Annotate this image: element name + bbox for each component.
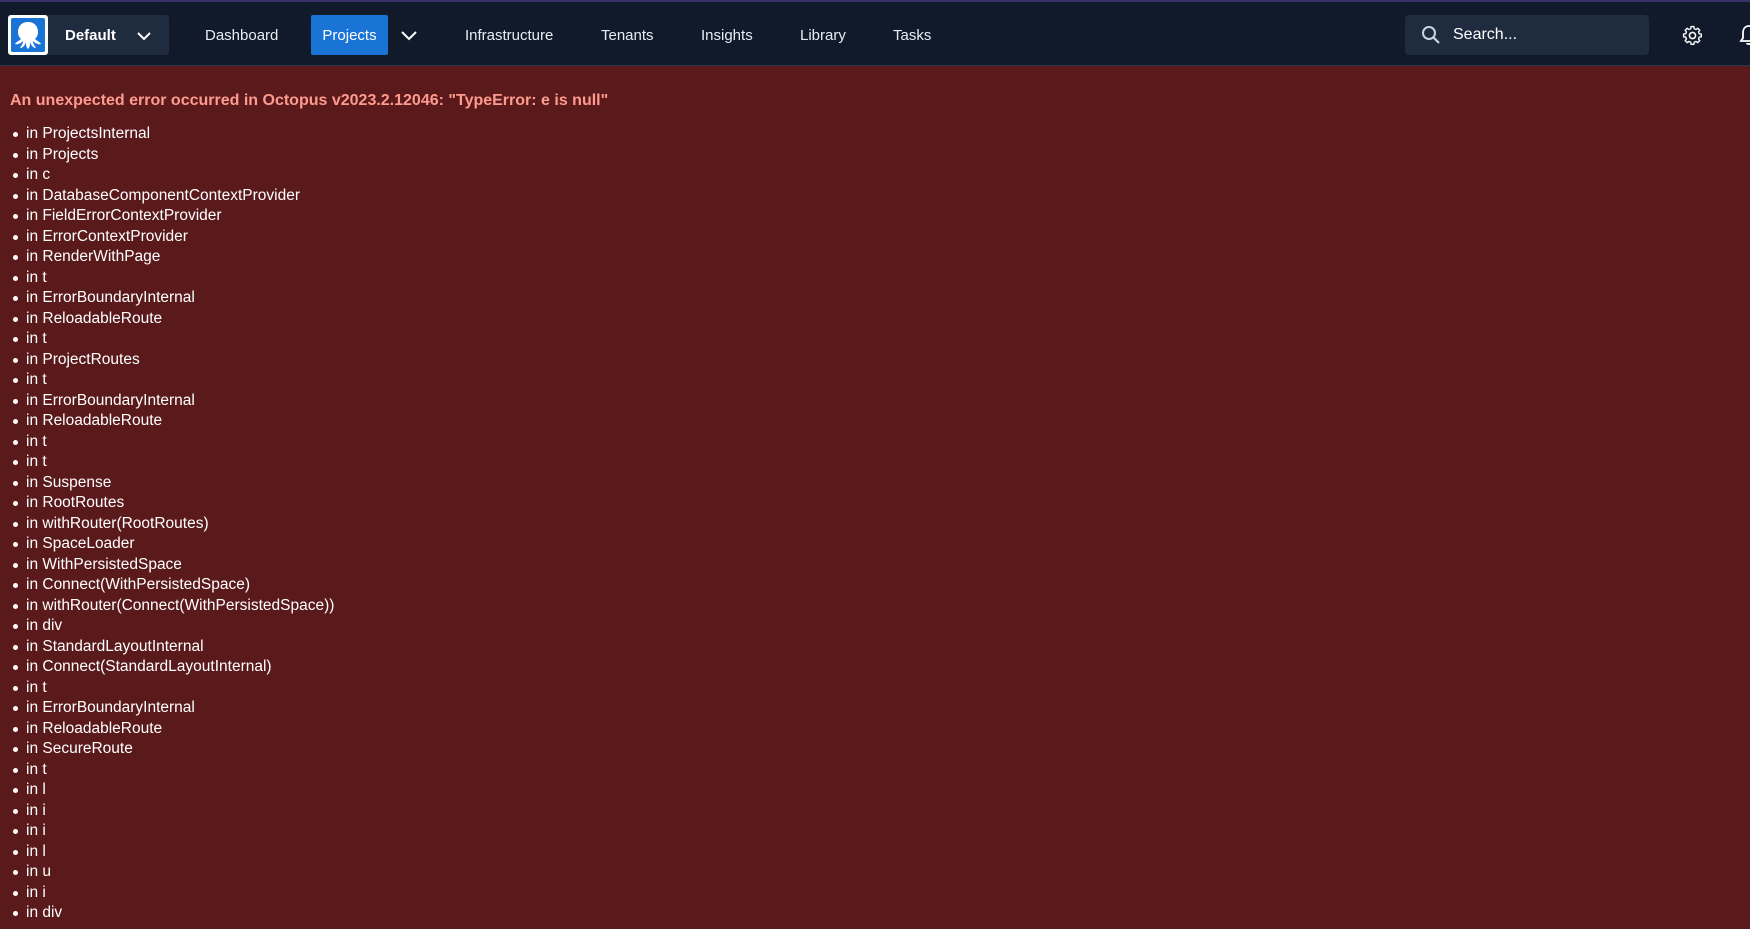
stack-item: in t	[10, 452, 1740, 473]
component-stack-list: in ProjectsInternal in Projects in c in Dat…	[10, 124, 1740, 924]
error-panel: An unexpected error occurred in Octopus …	[10, 91, 1740, 924]
nav-dashboard[interactable]: Dashboard	[205, 15, 278, 55]
stack-item: in RootRoutes	[10, 493, 1740, 514]
stack-item: in SpaceLoader	[10, 534, 1740, 555]
stack-item: in ErrorBoundaryInternal	[10, 698, 1740, 719]
stack-item: in i	[10, 883, 1740, 904]
nav-tasks[interactable]: Tasks	[893, 15, 931, 55]
chevron-down-icon[interactable]	[135, 27, 153, 45]
stack-item: in ErrorContextProvider	[10, 227, 1740, 248]
stack-item: in Connect(WithPersistedSpace)	[10, 575, 1740, 596]
stack-item: in u	[10, 862, 1740, 883]
stack-item: in withRouter(RootRoutes)	[10, 514, 1740, 535]
stack-item: in t	[10, 678, 1740, 699]
stack-item: in div	[10, 903, 1740, 924]
stack-item: in i	[10, 801, 1740, 822]
stack-item: in Projects	[10, 145, 1740, 166]
stack-item: in t	[10, 432, 1740, 453]
stack-item: in RenderWithPage	[10, 247, 1740, 268]
nav-infrastructure[interactable]: Infrastructure	[465, 15, 553, 55]
octopus-logo-icon	[8, 15, 48, 55]
stack-item: in WithPersistedSpace	[10, 555, 1740, 576]
stack-item: in ReloadableRoute	[10, 309, 1740, 330]
stack-item: in DatabaseComponentContextProvider	[10, 186, 1740, 207]
projects-chevron-down-icon[interactable]	[398, 27, 420, 45]
top-navigation-bar: Default Dashboard Projects Infrastructur…	[0, 0, 1750, 66]
stack-item: in ProjectRoutes	[10, 350, 1740, 371]
stack-item: in t	[10, 329, 1740, 350]
search-icon	[1422, 26, 1440, 44]
stack-item: in t	[10, 268, 1740, 289]
stack-item: in l	[10, 780, 1740, 801]
stack-item: in t	[10, 760, 1740, 781]
stack-item: in ReloadableRoute	[10, 411, 1740, 432]
gear-icon[interactable]	[1682, 25, 1703, 46]
stack-item: in Connect(StandardLayoutInternal)	[10, 657, 1740, 678]
stack-item: in SecureRoute	[10, 739, 1740, 760]
stack-item: in withRouter(Connect(WithPersistedSpace…	[10, 596, 1740, 617]
stack-item: in ReloadableRoute	[10, 719, 1740, 740]
nav-projects[interactable]: Projects	[311, 15, 388, 55]
stack-item: in i	[10, 821, 1740, 842]
stack-item: in t	[10, 370, 1740, 391]
stack-item: in c	[10, 165, 1740, 186]
search-box[interactable]	[1405, 15, 1649, 55]
stack-item: in StandardLayoutInternal	[10, 637, 1740, 658]
error-title: An unexpected error occurred in Octopus …	[10, 92, 609, 109]
stack-item: in div	[10, 616, 1740, 637]
bell-icon[interactable]	[1738, 24, 1750, 46]
stack-item: in ErrorBoundaryInternal	[10, 288, 1740, 309]
space-name: Default	[65, 26, 116, 44]
stack-item: in l	[10, 842, 1740, 863]
nav-tenants[interactable]: Tenants	[601, 15, 654, 55]
stack-item: in ErrorBoundaryInternal	[10, 391, 1740, 412]
nav-insights[interactable]: Insights	[701, 15, 753, 55]
space-switcher[interactable]: Default	[8, 15, 169, 55]
nav-library[interactable]: Library	[800, 15, 846, 55]
stack-item: in ProjectsInternal	[10, 124, 1740, 145]
stack-item: in FieldErrorContextProvider	[10, 206, 1740, 227]
search-input[interactable]	[1451, 25, 1635, 45]
stack-item: in Suspense	[10, 473, 1740, 494]
